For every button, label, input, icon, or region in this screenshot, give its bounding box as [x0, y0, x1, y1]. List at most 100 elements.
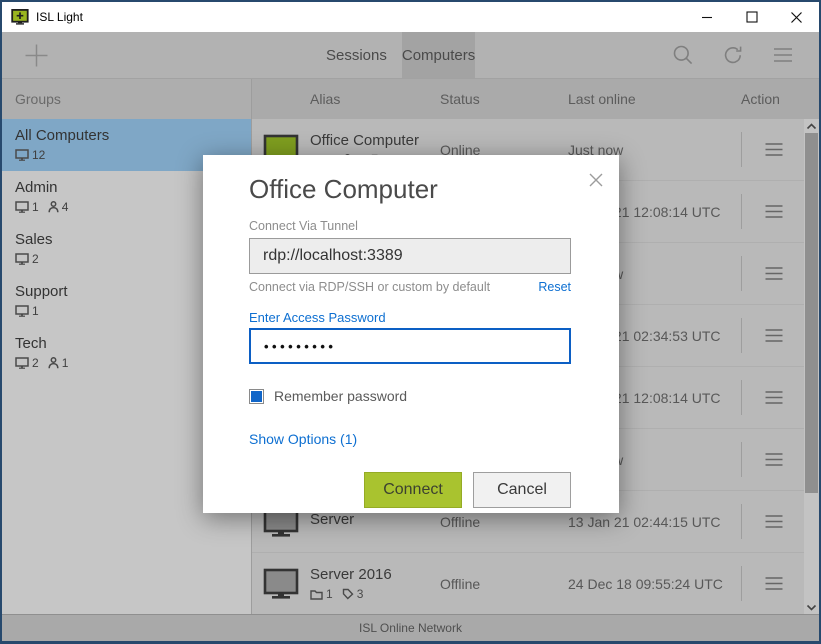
plus-icon: [23, 42, 50, 69]
row-hamburger-icon: [764, 452, 784, 467]
tunnel-hint: Connect via RDP/SSH or custom by default: [249, 280, 490, 294]
refresh-button[interactable]: [722, 44, 744, 66]
computer-alias: Server: [310, 511, 440, 528]
dialog-title: Office Computer: [249, 173, 573, 205]
row-action-menu-button[interactable]: [764, 266, 784, 281]
maximize-button[interactable]: [729, 2, 774, 32]
row-action-menu-button[interactable]: [764, 452, 784, 467]
checkbox-fill: [251, 391, 262, 402]
badge-count: 4: [62, 200, 69, 214]
add-button[interactable]: [23, 42, 50, 69]
toolbar-right-icons: [672, 32, 819, 78]
toolbar-tabs: Sessions Computers: [311, 32, 475, 78]
search-icon: [672, 44, 694, 66]
group-label: All Computers: [15, 127, 251, 144]
vertical-scrollbar[interactable]: [804, 119, 819, 614]
chevron-down-icon: [806, 604, 817, 611]
row-action-cell: [741, 367, 804, 428]
chevron-up-icon: [806, 123, 817, 130]
search-button[interactable]: [672, 44, 694, 66]
computer-alias: Server 2016: [310, 566, 440, 583]
statusbar-text: ISL Online Network: [359, 621, 462, 635]
remember-password-checkbox[interactable]: [249, 389, 264, 404]
computer-last-online: 24 Dec 18 09:55:24 UTC: [568, 576, 741, 592]
badge-count: 1: [62, 356, 69, 370]
scroll-up-button[interactable]: [804, 119, 819, 133]
tunnel-hint-row: Connect via RDP/SSH or custom by default…: [249, 280, 571, 294]
computer-alias: Office Computer: [310, 132, 440, 149]
scroll-down-button[interactable]: [804, 600, 819, 614]
monitor-icon: [15, 357, 29, 369]
cancel-button[interactable]: Cancel: [473, 472, 571, 508]
row-icon-cell: [252, 568, 310, 599]
row-hamburger-icon: [764, 576, 784, 591]
users-count-badge: 4: [48, 200, 69, 214]
toolbar-tab[interactable]: Computers: [402, 32, 475, 78]
menu-button[interactable]: [772, 46, 794, 64]
tunnel-label: Connect Via Tunnel: [249, 219, 573, 233]
toolbar-tab[interactable]: Sessions: [311, 32, 402, 78]
remember-password-row: Remember password: [249, 388, 573, 404]
computers-count-badge: 2: [15, 252, 39, 266]
computers-count-badge: 1: [15, 200, 39, 214]
maximize-icon: [746, 11, 758, 23]
monitor-icon: [15, 149, 29, 161]
show-options-link[interactable]: Show Options (1): [249, 431, 573, 447]
column-action: Action: [741, 91, 819, 107]
remember-password-label: Remember password: [274, 388, 407, 404]
tag-icon: [342, 588, 354, 600]
app-window: ISL Light Sessions Computers Groups: [0, 0, 821, 644]
row-action-menu-button[interactable]: [764, 514, 784, 529]
row-action-cell: [741, 305, 804, 366]
column-alias[interactable]: Alias: [310, 91, 440, 107]
computer-badges: 1 3: [310, 587, 440, 601]
row-hamburger-icon: [764, 390, 784, 405]
password-input[interactable]: •••••••••: [249, 328, 571, 364]
statusbar: ISL Online Network: [2, 614, 819, 641]
computer-status: Offline: [440, 514, 568, 530]
connect-button[interactable]: Connect: [364, 472, 462, 508]
minimize-button[interactable]: [684, 2, 729, 32]
row-alias-cell: Server: [310, 511, 440, 532]
row-action-menu-button[interactable]: [764, 576, 784, 591]
row-hamburger-icon: [764, 204, 784, 219]
person-icon: [48, 357, 59, 369]
tunnel-input[interactable]: rdp://localhost:3389: [249, 238, 571, 274]
close-button[interactable]: [774, 2, 819, 32]
table-header: Alias Status Last online Action: [252, 79, 819, 119]
badge-count: 1: [32, 200, 39, 214]
groups-header: Groups: [2, 79, 251, 119]
row-action-menu-button[interactable]: [764, 204, 784, 219]
computers-count-badge: 1: [15, 304, 39, 318]
row-action-menu-button[interactable]: [764, 142, 784, 157]
badge-count: 3: [357, 587, 364, 601]
column-last-online[interactable]: Last online: [568, 91, 741, 107]
scrollbar-thumb[interactable]: [805, 133, 818, 493]
app-icon: [11, 9, 29, 25]
row-action-cell: [741, 243, 804, 304]
users-count-badge: 1: [48, 356, 69, 370]
row-action-menu-button[interactable]: [764, 390, 784, 405]
window-title: ISL Light: [36, 10, 83, 24]
row-action-cell: [741, 491, 804, 552]
row-alias-cell: Server 2016 1 3: [310, 566, 440, 601]
hamburger-icon: [772, 46, 794, 64]
monitor-icon: [15, 305, 29, 317]
row-hamburger-icon: [764, 266, 784, 281]
connect-dialog: Office Computer Connect Via Tunnel rdp:/…: [203, 155, 619, 513]
reset-link[interactable]: Reset: [538, 280, 571, 294]
row-action-cell: [741, 429, 804, 490]
dialog-close-button[interactable]: [588, 172, 604, 188]
badge-count: 2: [32, 356, 39, 370]
computer-last-online: 13 Jan 21 02:44:15 UTC: [568, 514, 741, 530]
monitor-icon: [15, 253, 29, 265]
table-row[interactable]: Server 2016 1 3 Offline 24 Dec 18 09:55:…: [252, 553, 804, 614]
row-action-menu-button[interactable]: [764, 328, 784, 343]
tag-count-badge: 3: [342, 587, 364, 601]
row-hamburger-icon: [764, 142, 784, 157]
password-label[interactable]: Enter Access Password: [249, 310, 573, 325]
row-action-cell: [741, 181, 804, 242]
column-status[interactable]: Status: [440, 91, 568, 107]
folder-icon: [310, 589, 323, 600]
badge-count: 1: [32, 304, 39, 318]
